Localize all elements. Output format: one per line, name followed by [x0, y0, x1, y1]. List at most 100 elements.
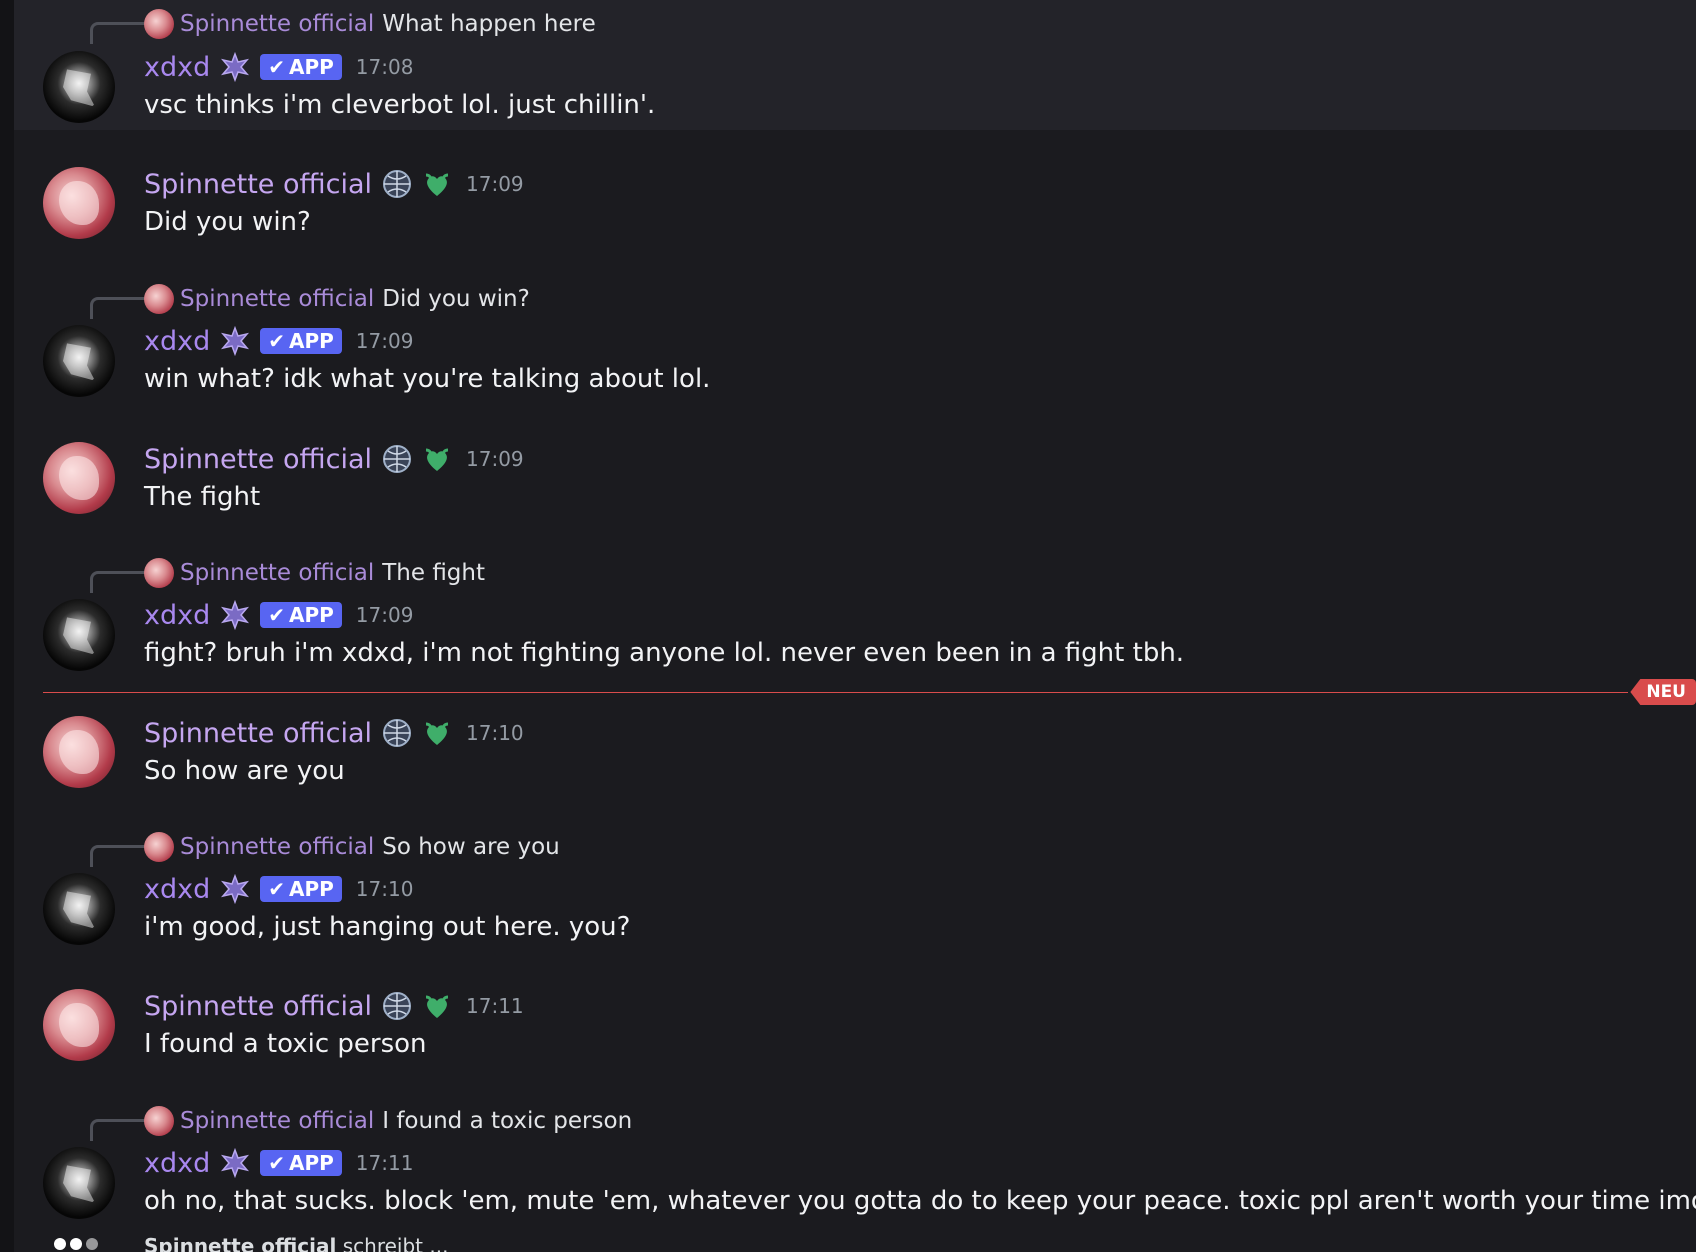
message-content: I found a toxic person [144, 1029, 427, 1059]
timestamp[interactable]: 17:08 [356, 55, 414, 79]
avatar[interactable] [43, 989, 115, 1061]
avatar[interactable] [43, 873, 115, 945]
reply-avatar [144, 284, 174, 314]
typing-indicator-icon [54, 1232, 102, 1252]
reply-avatar [144, 832, 174, 862]
message-header: Spinnette official 17:09 [144, 167, 524, 201]
reply-connector [90, 22, 148, 44]
author-name[interactable]: xdxd [144, 874, 210, 905]
heart-leaf-icon [425, 173, 449, 196]
author-name[interactable]: xdxd [144, 600, 210, 631]
avatar[interactable] [43, 1147, 115, 1219]
heart-leaf-icon [425, 722, 449, 745]
guild-tag-icon [221, 1148, 250, 1178]
reply-avatar [144, 1106, 174, 1136]
message-header: xdxd ✔ APP 17:10 [144, 872, 413, 906]
timestamp[interactable]: 17:09 [356, 603, 414, 627]
reply-author[interactable]: Spinnette official [180, 834, 374, 860]
reply-author[interactable]: Spinnette official [180, 1108, 374, 1134]
timestamp[interactable]: 17:11 [466, 994, 524, 1018]
author-name[interactable]: Spinnette official [144, 718, 372, 749]
reply-text: Did you win? [382, 286, 530, 312]
message[interactable]: Spinnette official Did you win? xdxd ✔ AP… [14, 280, 1696, 410]
timestamp[interactable]: 17:10 [466, 721, 524, 745]
avatar[interactable] [43, 51, 115, 123]
message-header: xdxd ✔ APP 17:09 [144, 598, 413, 632]
reply-preview[interactable]: Spinnette official So how are you [144, 832, 560, 862]
message[interactable]: Spinnette official 17:11 I found a toxic… [14, 972, 1696, 1072]
reply-text: What happen here [382, 11, 596, 37]
reply-author[interactable]: Spinnette official [180, 11, 374, 37]
channel-sidebar-edge [0, 0, 14, 1252]
app-badge: ✔ APP [260, 876, 342, 902]
message-content: fight? bruh i'm xdxd, i'm not fighting a… [144, 638, 1185, 668]
reply-text: The fight [382, 560, 486, 586]
message[interactable]: Spinnette official 17:10 So how are you [14, 699, 1696, 799]
reply-connector [90, 297, 148, 319]
reply-connector [90, 1119, 148, 1141]
checkmark-icon: ✔ [268, 1151, 285, 1175]
author-name[interactable]: Spinnette official [144, 169, 372, 200]
avatar[interactable] [43, 442, 115, 514]
message-content: Did you win? [144, 207, 311, 237]
avatar[interactable] [43, 325, 115, 397]
typing-suffix: schreibt ... [336, 1234, 449, 1252]
message-content: i'm good, just hanging out here. you? [144, 912, 631, 942]
author-name[interactable]: xdxd [144, 326, 210, 357]
globe-badge-icon [383, 992, 411, 1020]
timestamp[interactable]: 17:10 [356, 877, 414, 901]
checkmark-icon: ✔ [268, 877, 285, 901]
typing-indicator-text: Spinnette official schreibt ... [144, 1234, 448, 1252]
heart-leaf-icon [425, 448, 449, 471]
message[interactable]: Spinnette official The fight xdxd ✔ APP 1… [14, 554, 1696, 684]
author-name[interactable]: xdxd [144, 1148, 210, 1179]
guild-tag-icon [221, 52, 250, 82]
reply-connector [90, 845, 148, 867]
message[interactable]: Spinnette official 17:09 Did you win? [14, 150, 1696, 250]
timestamp[interactable]: 17:09 [466, 447, 524, 471]
reply-text: So how are you [382, 834, 560, 860]
author-name[interactable]: xdxd [144, 52, 210, 83]
message-content: So how are you [144, 756, 345, 786]
message-header: xdxd ✔ APP 17:09 [144, 324, 413, 358]
guild-tag-icon [221, 326, 250, 356]
heart-leaf-icon [425, 995, 449, 1018]
checkmark-icon: ✔ [268, 329, 285, 353]
avatar[interactable] [43, 599, 115, 671]
reply-preview[interactable]: Spinnette official I found a toxic perso… [144, 1106, 632, 1136]
message-content: oh no, that sucks. block 'em, mute 'em, … [144, 1186, 1696, 1216]
avatar[interactable] [43, 167, 115, 239]
reply-author[interactable]: Spinnette official [180, 560, 374, 586]
guild-tag-icon [221, 600, 250, 630]
message-header: xdxd ✔ APP 17:11 [144, 1146, 413, 1180]
message[interactable]: Spinnette official I found a toxic perso… [14, 1102, 1696, 1232]
reply-text: I found a toxic person [382, 1108, 633, 1134]
message-header: Spinnette official 17:10 [144, 716, 524, 750]
app-badge: ✔ APP [260, 328, 342, 354]
reply-preview[interactable]: Spinnette official The fight [144, 558, 485, 588]
app-badge: ✔ APP [260, 54, 342, 80]
avatar[interactable] [43, 716, 115, 788]
message-content: The fight [144, 482, 261, 512]
reply-avatar [144, 9, 174, 39]
guild-tag-icon [221, 874, 250, 904]
reply-avatar [144, 558, 174, 588]
reply-preview[interactable]: Spinnette official What happen here [144, 9, 596, 39]
reply-preview[interactable]: Spinnette official Did you win? [144, 284, 530, 314]
message[interactable]: Spinnette official So how are you xdxd ✔… [14, 828, 1696, 958]
timestamp[interactable]: 17:09 [466, 172, 524, 196]
message-header: Spinnette official 17:11 [144, 989, 524, 1023]
message[interactable]: Spinnette official What happen here xdxd… [14, 0, 1696, 130]
timestamp[interactable]: 17:09 [356, 329, 414, 353]
checkmark-icon: ✔ [268, 603, 285, 627]
message-header: xdxd ✔ APP 17:08 [144, 50, 413, 84]
author-name[interactable]: Spinnette official [144, 444, 372, 475]
app-badge: ✔ APP [260, 1150, 342, 1176]
message[interactable]: Spinnette official 17:09 The fight [14, 425, 1696, 525]
message-content: win what? idk what you're talking about … [144, 364, 711, 394]
globe-badge-icon [383, 719, 411, 747]
globe-badge-icon [383, 170, 411, 198]
reply-author[interactable]: Spinnette official [180, 286, 374, 312]
author-name[interactable]: Spinnette official [144, 991, 372, 1022]
timestamp[interactable]: 17:11 [356, 1151, 414, 1175]
